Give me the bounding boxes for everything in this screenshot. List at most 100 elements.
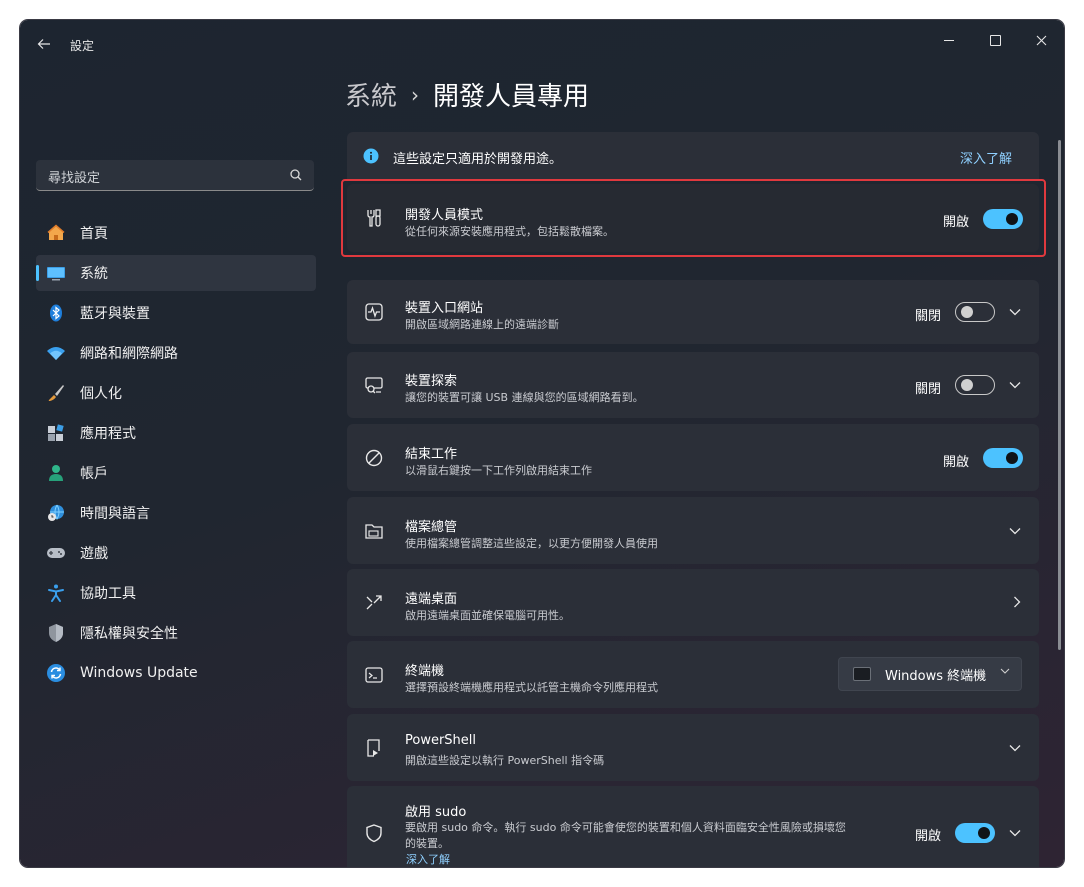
folder-icon [364, 521, 384, 541]
card-description: 以滑鼠右鍵按一下工作列啟用結束工作 [405, 464, 592, 477]
sidebar-item-privacy[interactable]: 隱私權與安全性 [36, 615, 316, 651]
end-task-toggle[interactable] [983, 448, 1023, 468]
chevron-down-icon[interactable] [1007, 825, 1023, 841]
sidebar-item-label: 應用程式 [80, 426, 136, 442]
sidebar-item-system[interactable]: 系統 [36, 255, 316, 291]
search-icon [290, 169, 302, 181]
sudo-card: 啟用 sudo 要啟用 sudo 命令。執行 sudo 命令可能會使您的裝置和個… [347, 786, 1039, 867]
developer-mode-toggle[interactable] [983, 209, 1023, 229]
device-discovery-card[interactable]: 裝置探索 讓您的裝置可讓 USB 連線與您的區域網路看到。 關閉 [347, 352, 1039, 418]
chevron-down-icon[interactable] [1007, 377, 1023, 393]
card-description-line1: 要啟用 sudo 命令。執行 sudo 命令可能會使您的裝置和個人資料面臨安全性… [405, 821, 846, 834]
toggle-state-label: 開啟 [943, 455, 970, 470]
search-input[interactable]: 尋找設定 [36, 160, 314, 191]
card-title: 遠端桌面 [405, 592, 458, 607]
terminal-dropdown[interactable]: Windows 終端機 [838, 657, 1022, 691]
minimize-icon [944, 39, 954, 41]
card-title: 檔案總管 [405, 520, 458, 535]
card-description: 從任何來源安裝應用程式，包括鬆散檔案。 [405, 225, 614, 238]
toggle-knob [961, 379, 973, 391]
device-portal-toggle[interactable] [955, 302, 995, 322]
sidebar-item-home[interactable]: 首頁 [36, 215, 316, 251]
accessibility-icon [46, 583, 66, 603]
breadcrumb-separator: › [411, 82, 420, 107]
sidebar-item-gaming[interactable]: 遊戲 [36, 535, 316, 571]
device-portal-card[interactable]: 裝置入口網站 開啟區域網路連線上的遠端診斷 關閉 [347, 280, 1039, 344]
selection-indicator [36, 265, 39, 281]
update-icon [46, 663, 66, 683]
block-icon [364, 448, 384, 468]
card-title: 開發人員模式 [405, 208, 484, 223]
tools-icon [364, 208, 384, 228]
gamepad-icon [46, 543, 66, 563]
card-title: PowerShell [405, 733, 477, 748]
powershell-card[interactable]: PowerShell 開啟這些設定以執行 PowerShell 指令碼 [347, 714, 1039, 781]
toggle-state-label: 開啟 [943, 215, 970, 230]
shield-outline-icon [364, 823, 384, 843]
scrollbar[interactable] [1058, 140, 1061, 650]
card-description: 讓您的裝置可讓 USB 連線與您的區域網路看到。 [405, 391, 644, 404]
card-title: 裝置探索 [405, 374, 458, 389]
back-button[interactable] [32, 32, 56, 56]
sudo-toggle[interactable] [955, 823, 995, 843]
chevron-down-icon[interactable] [1007, 523, 1023, 539]
sidebar-item-personalization[interactable]: 個人化 [36, 375, 316, 411]
maximize-button[interactable] [972, 26, 1018, 54]
device-search-icon [364, 375, 384, 395]
app-title: 設定 [70, 39, 95, 53]
sidebar-item-bluetooth[interactable]: 藍牙與裝置 [36, 295, 316, 331]
learn-more-link[interactable]: 深入了解 [960, 148, 1012, 167]
chevron-right-icon[interactable] [1009, 594, 1025, 610]
card-title: 啟用 sudo [405, 805, 467, 820]
sidebar-nav: 首頁 系統 藍牙與裝置 網路和網際網路 個人化 應用程式 帳戶 時間與語言 遊戲… [36, 215, 316, 695]
apps-icon [46, 423, 66, 443]
device-discovery-toggle[interactable] [955, 375, 995, 395]
toggle-knob [1006, 452, 1018, 464]
sidebar-item-label: 隱私權與安全性 [80, 626, 178, 642]
sidebar-item-windows-update[interactable]: Windows Update [36, 655, 316, 691]
sidebar-item-time-language[interactable]: 時間與語言 [36, 495, 316, 531]
sidebar-item-label: 帳戶 [80, 466, 108, 482]
home-icon [46, 223, 66, 243]
chevron-down-icon[interactable] [1007, 740, 1023, 756]
page-title: 開發人員專用 [433, 82, 590, 112]
sidebar-item-label: 首頁 [80, 226, 108, 242]
close-button[interactable] [1018, 26, 1064, 54]
chevron-down-icon [1000, 668, 1010, 674]
sidebar-item-label: 時間與語言 [80, 506, 150, 522]
remote-desktop-icon [364, 593, 384, 613]
terminal-card: 終端機 選擇預設終端機應用程式以託管主機命令列應用程式 Windows 終端機 [347, 641, 1039, 708]
sidebar-item-label: 個人化 [80, 386, 122, 402]
dropdown-selected-value: Windows 終端機 [885, 668, 987, 684]
brush-icon [46, 383, 66, 403]
wifi-icon [46, 343, 66, 363]
sidebar-item-label: 藍牙與裝置 [80, 306, 150, 322]
shield-icon [46, 623, 66, 643]
minimize-button[interactable] [926, 26, 972, 54]
card-description: 啟用遠端桌面並確保電腦可用性。 [405, 609, 570, 622]
sidebar-item-accounts[interactable]: 帳戶 [36, 455, 316, 491]
chevron-down-icon[interactable] [1007, 304, 1023, 320]
sidebar-item-label: 網路和網際網路 [80, 346, 178, 362]
person-icon [46, 463, 66, 483]
card-description: 開啟這些設定以執行 PowerShell 指令碼 [405, 754, 605, 767]
file-explorer-card[interactable]: 檔案總管 使用檔案總管調整這些設定，以更方便開發人員使用 [347, 497, 1039, 564]
title-bar: 設定 [20, 20, 1064, 68]
sidebar-item-accessibility[interactable]: 協助工具 [36, 575, 316, 611]
remote-desktop-card[interactable]: 遠端桌面 啟用遠端桌面並確保電腦可用性。 [347, 569, 1039, 636]
close-icon [1036, 35, 1046, 45]
maximize-icon [989, 34, 1001, 46]
globe-clock-icon [46, 503, 66, 523]
breadcrumb-parent[interactable]: 系統 [345, 76, 397, 113]
search-placeholder: 尋找設定 [48, 171, 101, 186]
toggle-knob [961, 306, 973, 318]
toggle-state-label: 開啟 [915, 829, 942, 844]
sidebar-item-label: 協助工具 [80, 586, 136, 602]
sidebar-item-network[interactable]: 網路和網際網路 [36, 335, 316, 371]
card-description: 使用檔案總管調整這些設定，以更方便開發人員使用 [405, 537, 658, 550]
arrow-left-icon [37, 39, 50, 49]
info-text: 這些設定只適用於開發用途。 [393, 152, 563, 167]
sidebar-item-apps[interactable]: 應用程式 [36, 415, 316, 451]
learn-more-link[interactable]: 深入了解 [406, 851, 450, 867]
developer-mode-card: 開發人員模式 從任何來源安裝應用程式，包括鬆散檔案。 開啟 [347, 184, 1039, 252]
